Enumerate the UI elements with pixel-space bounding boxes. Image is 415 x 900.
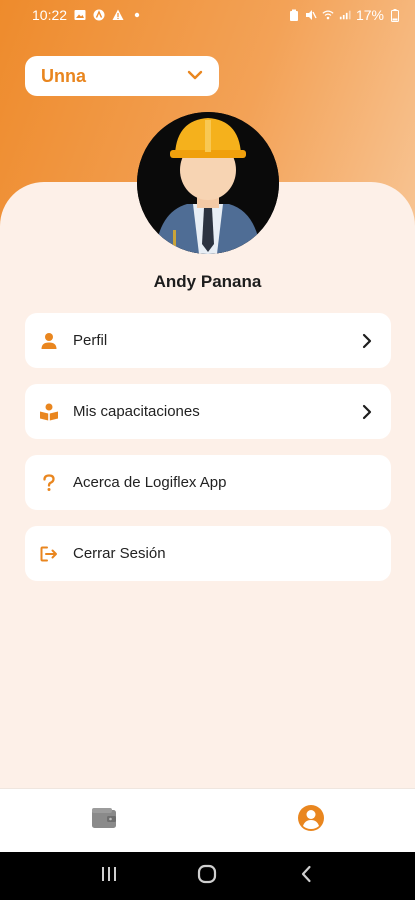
app-a-icon (93, 9, 105, 21)
chevron-down-icon (187, 67, 203, 85)
dot-icon (131, 9, 143, 21)
logout-icon (39, 544, 59, 564)
status-bar: 10:22 17% (0, 0, 415, 30)
menu-item-cerrar-sesion[interactable]: Cerrar Sesión (25, 526, 391, 581)
tab-account[interactable] (208, 789, 415, 852)
menu-item-acerca-de[interactable]: Acerca de Logiflex App (25, 455, 391, 510)
tab-wallet[interactable] (0, 789, 208, 852)
back-button[interactable] (286, 856, 326, 896)
menu-item-label: Acerca de Logiflex App (73, 474, 227, 491)
menu-item-perfil[interactable]: Perfil (25, 313, 391, 368)
worker-avatar-icon (137, 112, 279, 254)
battery-saver-icon (288, 9, 300, 21)
battery-icon (389, 8, 401, 22)
chevron-right-icon (359, 404, 375, 420)
menu-item-label: Perfil (73, 332, 108, 349)
account-circle-icon (297, 804, 325, 837)
person-icon (39, 331, 59, 351)
chevron-right-icon (359, 333, 375, 349)
company-selector-value: Unna (41, 65, 86, 86)
menu-item-label: Mis capacitaciones (73, 403, 200, 420)
home-icon (197, 864, 217, 889)
company-selector[interactable]: Unna (25, 56, 219, 96)
menu-item-label: Cerrar Sesión (73, 545, 166, 562)
status-time: 10:22 (32, 7, 68, 23)
alert-icon (112, 9, 124, 21)
wallet-icon (91, 807, 117, 834)
battery-percent: 17% (355, 7, 384, 23)
gallery-icon (74, 9, 86, 21)
signal-icon (339, 9, 351, 21)
back-icon (300, 865, 312, 888)
home-button[interactable] (187, 856, 227, 896)
wifi-icon (322, 9, 334, 21)
user-name: Andy Panana (153, 272, 262, 291)
menu-item-capacitaciones[interactable]: Mis capacitaciones (25, 384, 391, 439)
mute-icon (305, 9, 317, 21)
recents-button[interactable] (89, 856, 129, 896)
reading-icon (39, 402, 59, 422)
question-icon (39, 473, 59, 493)
recents-icon (100, 866, 118, 887)
bottom-navigation (0, 788, 415, 852)
system-navigation-bar (0, 852, 415, 900)
